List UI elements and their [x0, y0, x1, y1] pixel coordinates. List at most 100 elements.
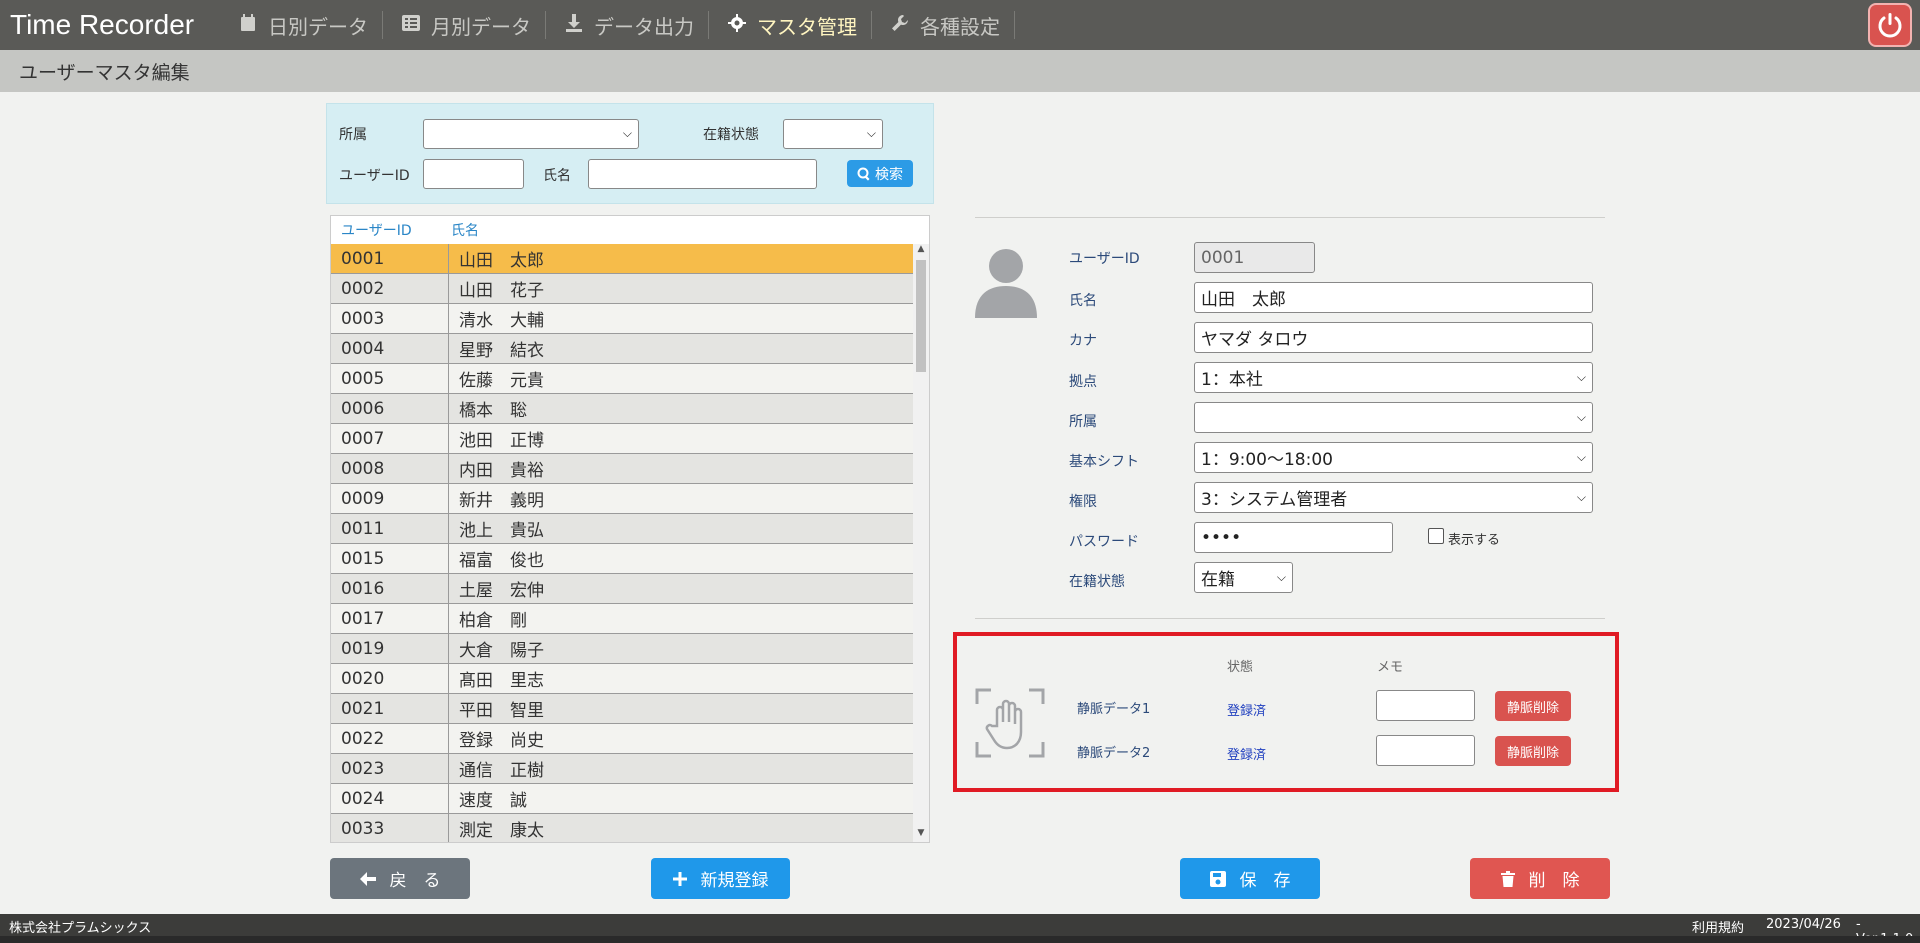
table-row[interactable]: 0003 清水 大輔 [331, 304, 914, 334]
detail-site-select[interactable]: 1：本社 ⌵ [1194, 362, 1593, 393]
detail-password-field[interactable]: •••• [1194, 522, 1393, 553]
back-button[interactable]: 戻 る [330, 858, 470, 899]
search-name-input[interactable] [588, 159, 817, 189]
nav-daily-data[interactable]: 日別データ [220, 11, 383, 39]
detail-kana-field[interactable]: ヤマダ タロウ [1194, 322, 1593, 353]
show-password-label[interactable]: 表示する [1448, 529, 1500, 548]
search-status-select[interactable]: ⌵ [783, 119, 883, 149]
cell-name: 速度 誠 [459, 791, 527, 811]
scroll-down-arrow-icon[interactable]: ▼ [913, 828, 929, 842]
cell-userid: 0016 [331, 574, 449, 603]
table-row[interactable]: 0021 平田 智里 [331, 694, 914, 724]
cell-name: 橋本 聡 [459, 401, 527, 421]
delete-button-label: 削 除 [1528, 871, 1580, 891]
detail-status-select[interactable]: 在籍 ⌵ [1194, 562, 1293, 593]
table-row[interactable]: 0007 池田 正博 [331, 424, 914, 454]
detail-site-label: 拠点 [1069, 374, 1097, 390]
nav-data-export[interactable]: データ出力 [546, 11, 709, 39]
detail-kana-value: ヤマダ タロウ [1201, 330, 1309, 350]
scrollbar-thumb[interactable] [916, 260, 926, 372]
table-row[interactable]: 0011 池上 貴弘 [331, 514, 914, 544]
search-button[interactable]: 検索 [847, 160, 913, 187]
cell-userid: 0008 [331, 454, 449, 483]
detail-role-value: 3：システム管理者 [1201, 490, 1348, 510]
detail-name-field[interactable]: 山田 太郎 [1194, 282, 1593, 313]
cell-userid: 0023 [331, 754, 449, 783]
detail-shift-select[interactable]: 1：9:00～18:00 ⌵ [1194, 442, 1593, 473]
table-row[interactable]: 0017 柏倉 剛 [331, 604, 914, 634]
table-row[interactable]: 0004 星野 結衣 [331, 334, 914, 364]
show-password-checkbox[interactable] [1428, 528, 1444, 544]
logout-button[interactable] [1868, 3, 1912, 47]
nav-settings-label: 各種設定 [920, 14, 1000, 39]
table-row[interactable]: 0022 登録 尚史 [331, 724, 914, 754]
cell-name: 通信 正樹 [459, 761, 544, 781]
divider [975, 618, 1605, 619]
nav-monthly-data[interactable]: 月別データ [383, 11, 546, 39]
search-department-label: 所属 [339, 127, 367, 143]
download-icon [564, 13, 584, 37]
cell-userid: 0006 [331, 394, 449, 423]
vein-data-1-memo-input[interactable] [1376, 690, 1475, 721]
detail-shift-value: 1：9:00～18:00 [1201, 450, 1333, 470]
detail-department-label: 所属 [1069, 414, 1097, 430]
table-row[interactable]: 0019 大倉 陽子 [331, 634, 914, 664]
cell-name: 清水 大輔 [459, 311, 544, 331]
cell-userid: 0005 [331, 364, 449, 393]
search-department-select[interactable]: ⌵ [423, 119, 639, 149]
table-row[interactable]: 0008 内田 貴裕 [331, 454, 914, 484]
detail-status-value: 在籍 [1201, 570, 1235, 590]
table-row[interactable]: 0001 山田 太郎 [331, 244, 914, 274]
cell-name: 柏倉 剛 [459, 611, 527, 631]
chevron-down-icon: ⌵ [1576, 410, 1586, 424]
detail-name-label: 氏名 [1069, 293, 1097, 309]
table-row[interactable]: 0033 測定 康太 [331, 814, 914, 842]
cell-userid: 0003 [331, 304, 449, 333]
table-row[interactable]: 0005 佐藤 元貴 [331, 364, 914, 394]
top-navbar: Time Recorder 日別データ 月別データ データ出力 マスタ管理 各種… [0, 0, 1920, 50]
app-brand[interactable]: Time Recorder [10, 9, 220, 41]
footer-terms-link[interactable]: 利用規約 [1692, 917, 1744, 936]
new-registration-button[interactable]: 新規登録 [651, 858, 790, 899]
table-row[interactable]: 0023 通信 正樹 [331, 754, 914, 784]
vein-data-1-label: 静脈データ1 [1077, 702, 1151, 717]
search-userid-label: ユーザーID [339, 168, 410, 184]
cell-userid: 0019 [331, 634, 449, 663]
table-row[interactable]: 0015 福富 俊也 [331, 544, 914, 574]
chevron-down-icon: ⌵ [622, 126, 632, 140]
table-row[interactable]: 0002 山田 花子 [331, 274, 914, 304]
table-row[interactable]: 0020 髙田 里志 [331, 664, 914, 694]
vein-data-1-delete-button[interactable]: 静脈削除 [1495, 691, 1571, 721]
vein-data-2-memo-input[interactable] [1376, 735, 1475, 766]
cell-name: 星野 結衣 [459, 341, 544, 361]
detail-department-select[interactable]: ⌵ [1194, 402, 1593, 433]
detail-role-select[interactable]: 3：システム管理者 ⌵ [1194, 482, 1593, 513]
list-scrollbar[interactable]: ▲ ▼ [913, 244, 929, 842]
table-row[interactable]: 0024 速度 誠 [331, 784, 914, 814]
vein-memo-header: メモ [1377, 660, 1404, 675]
footer: 株式会社プラムシックス 利用規約 2023/04/26 - Ver.1.1.0 [0, 914, 1920, 943]
delete-button[interactable]: 削 除 [1470, 858, 1610, 899]
cell-userid: 0015 [331, 544, 449, 573]
table-row[interactable]: 0009 新井 義明 [331, 484, 914, 514]
detail-role-label: 権限 [1069, 494, 1097, 510]
footer-date: 2023/04/26 [1766, 917, 1841, 932]
chevron-down-icon: ⌵ [1276, 570, 1286, 584]
chevron-down-icon: ⌵ [866, 126, 876, 140]
save-button[interactable]: 保 存 [1180, 858, 1320, 899]
cell-userid: 0024 [331, 784, 449, 813]
cell-userid: 0002 [331, 274, 449, 303]
nav-settings[interactable]: 各種設定 [872, 11, 1015, 39]
table-row[interactable]: 0006 橋本 聡 [331, 394, 914, 424]
gear-icon [727, 13, 747, 37]
vein-data-1-delete-label: 静脈削除 [1506, 700, 1559, 716]
arrow-left-icon [359, 871, 376, 886]
avatar [975, 246, 1037, 318]
nav-master-management[interactable]: マスタ管理 [709, 11, 872, 39]
save-button-label: 保 存 [1239, 871, 1291, 891]
nav-master-management-label: マスタ管理 [757, 14, 857, 39]
vein-data-2-delete-button[interactable]: 静脈削除 [1495, 736, 1571, 766]
table-row[interactable]: 0016 土屋 宏伸 [331, 574, 914, 604]
search-userid-input[interactable] [423, 159, 524, 189]
scroll-up-arrow-icon[interactable]: ▲ [913, 244, 929, 258]
